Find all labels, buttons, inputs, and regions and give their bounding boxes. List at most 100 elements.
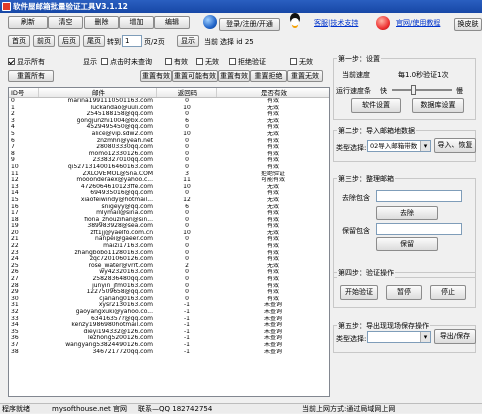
refresh-button[interactable]: 刷新 — [8, 16, 48, 29]
goto-page-input[interactable]: 1 — [122, 35, 142, 47]
table-row[interactable]: 11 ZXLOVEMOL@Sna.COM 3 拒绝验证 — [9, 171, 329, 178]
table-row[interactable]: 10 qi52713140016460163.com 0 有效 — [9, 164, 329, 171]
cell-code: 0 — [185, 276, 189, 283]
table-row[interactable]: 1 luckandao@uuli.com 10 无效 — [9, 105, 329, 112]
reset-all-button[interactable]: 重置所有 — [8, 70, 54, 82]
cell-email: dieyi194332@126.com — [83, 328, 153, 335]
speed-slider-thumb[interactable] — [411, 85, 416, 95]
export-button[interactable]: 导出/保存 — [434, 329, 476, 344]
table-row[interactable]: 29 1227509658@qq.com 0 有效 — [9, 289, 329, 296]
edit-button[interactable]: 编辑 — [154, 16, 190, 29]
status-bar: 程序就绪 mysofthouse.net 官网 联系—QQ 182742754 … — [0, 403, 482, 413]
cell-id: 38 — [11, 348, 19, 355]
delete-button[interactable]: 删除 — [84, 16, 119, 29]
export-type-select[interactable] — [367, 331, 431, 343]
remove-button[interactable]: 去除 — [376, 206, 438, 220]
pause-button[interactable]: 暂停 — [386, 285, 422, 300]
table-row[interactable]: 2 2545188158@qq.com 0 有效 — [9, 111, 329, 118]
cell-code: -1 — [184, 328, 190, 335]
table-row[interactable]: 23 zhangbobo11280163.com 0 有效 — [9, 250, 329, 257]
reset-maybe-valid-button[interactable]: 重置可能有效 — [172, 70, 218, 82]
cell-email: ZXLOVEMOL@Sna.COM — [82, 170, 153, 177]
header-code[interactable]: 返回码 — [157, 88, 217, 97]
cell-code: 0 — [185, 144, 189, 151]
official-link[interactable]: 官网/使用教程 — [396, 18, 440, 28]
table-row[interactable]: 17 mlymail@sina.com 0 有效 — [9, 210, 329, 217]
email-table[interactable]: ID号 邮件 返回码 是否有效 0 marina1991110501163.com… — [8, 87, 330, 397]
clear-button[interactable]: 清空 — [48, 16, 83, 29]
table-row[interactable]: 4 4529495450@qq.com 0 有效 — [9, 124, 329, 131]
table-row[interactable]: 8 momo12330126.com 0 有效 — [9, 151, 329, 158]
speed-slider-track[interactable] — [392, 89, 452, 91]
show-button[interactable]: 显示 — [177, 35, 199, 47]
refused-checkbox[interactable] — [229, 58, 236, 65]
table-row[interactable]: 0 marina1991110501163.com 0 有效 — [9, 98, 329, 105]
first-page-button[interactable]: 首页 — [8, 35, 30, 47]
cell-email: marina1991110501163.com — [67, 98, 153, 104]
table-row[interactable]: 27 2582836480qq.com 0 有效 — [9, 276, 329, 283]
login-button[interactable]: 登录/注册/开通 — [219, 18, 280, 31]
table-row[interactable]: 16 snigeyy@qq.com 6 无效 — [9, 204, 329, 211]
table-row[interactable]: 24 zqc7201060126.com 0 有效 — [9, 256, 329, 263]
none-checkbox[interactable] — [290, 58, 297, 65]
table-row[interactable]: 18 fiona_zhouzihan@sin... 0 有效 — [9, 217, 329, 224]
table-row[interactable]: 34 kenzy1986980hotmail.com -1 未查询 — [9, 322, 329, 329]
show-all-checkbox[interactable] — [8, 58, 15, 65]
import-button[interactable]: 导入、恢复 — [434, 138, 476, 153]
table-row[interactable]: 31 xysr2130163.com -1 未查询 — [9, 302, 329, 309]
reset-invalid-button[interactable]: 重置无效 — [287, 70, 323, 82]
table-row[interactable]: 38 3467217720qq.com -1 未查询 — [9, 349, 329, 356]
header-valid[interactable]: 是否有效 — [217, 88, 329, 97]
reset-valid-button-2[interactable]: 重置有效 — [218, 70, 250, 82]
table-row[interactable]: 15 xiaofeiwindy@hotmail... 12 无效 — [9, 197, 329, 204]
support-link[interactable]: 客服|技术支持 — [314, 18, 358, 28]
software-settings-button[interactable]: 软件设置 — [351, 98, 401, 113]
skin-button[interactable]: 换皮肤 — [454, 18, 482, 31]
cell-code: 0 — [185, 256, 189, 263]
table-row[interactable]: 12 mooonderaex@yahoo.c... 11 可能有效 — [9, 177, 329, 184]
table-row[interactable]: 7 280803330qq.com 0 有效 — [9, 144, 329, 151]
table-row[interactable]: 33 63416357?@qq.com -1 未查询 — [9, 316, 329, 323]
keep-contains-input[interactable] — [376, 223, 462, 235]
keep-button[interactable]: 保留 — [376, 237, 438, 251]
start-verify-button[interactable]: 开始验证 — [340, 285, 378, 300]
remove-contains-input[interactable] — [376, 190, 462, 202]
table-row[interactable]: 6 znzmhn@yeah.net 0 有效 — [9, 138, 329, 145]
reset-refused-button[interactable]: 重置拒绝 — [250, 70, 287, 82]
prev-page-button[interactable]: 前页 — [33, 35, 55, 47]
cell-email: 2545188158@qq.com — [86, 111, 153, 118]
last-page-button[interactable]: 尾页 — [83, 35, 105, 47]
valid-checkbox[interactable] — [165, 58, 172, 65]
step1-title: 第一步：设置 — [337, 54, 381, 64]
import-type-select[interactable]: 02导入邮箱带数 — [367, 140, 431, 152]
table-row[interactable]: 9 2338327010qq.com 0 有效 — [9, 157, 329, 164]
stop-button[interactable]: 停止 — [430, 285, 466, 300]
table-row[interactable]: 37 wangyang53824490126.com -1 未查询 — [9, 342, 329, 349]
table-row[interactable]: 30 cjanang0163.com 0 有效 — [9, 296, 329, 303]
invalid-checkbox[interactable] — [196, 58, 203, 65]
table-row[interactable]: 19 389983928@sea.com 0 有效 — [9, 223, 329, 230]
table-row[interactable]: 32 gaoyangxuki@yahoo.co... -1 未查询 — [9, 309, 329, 316]
table-row[interactable]: 28 junyin_jfm0163.com 0 有效 — [9, 283, 329, 290]
click-query-checkbox[interactable] — [101, 58, 108, 65]
reset-valid-button[interactable]: 重置有效 — [140, 70, 172, 82]
table-row[interactable]: 22 maizi17163.com 0 有效 — [9, 243, 329, 250]
next-page-button[interactable]: 后页 — [58, 35, 80, 47]
header-id[interactable]: ID号 — [9, 88, 39, 97]
table-row[interactable]: 20 zft1jj@yaelfo.com.cn 10 无效 — [9, 230, 329, 237]
header-email[interactable]: 邮件 — [39, 88, 157, 97]
table-row[interactable]: 36 lezhong5200126.com -1 未查询 — [9, 335, 329, 342]
db-settings-button[interactable]: 数据库设置 — [412, 98, 464, 113]
table-row[interactable]: 35 dieyi194332@126.com -1 未查询 — [9, 329, 329, 336]
table-row[interactable]: 26 wy42320163.com 0 有效 — [9, 269, 329, 276]
add-button[interactable]: 增加 — [119, 16, 154, 29]
cell-id: 31 — [11, 302, 19, 309]
table-row[interactable]: 3 gongjunzhi1004@bx.com 6 无效 — [9, 118, 329, 125]
table-row[interactable]: 13 4726064610123ffe.com 10 无效 — [9, 184, 329, 191]
cell-email: xysr2130163.com — [98, 302, 153, 309]
table-row[interactable]: 21 nanpei@gaeer.com 0 有效 — [9, 236, 329, 243]
table-row[interactable]: 5 alice@vip.sdw2.com 10 无效 — [9, 131, 329, 138]
cell-code: -1 — [184, 322, 190, 329]
table-row[interactable]: 25 rose_water@vrrt.com 2 无效 — [9, 263, 329, 270]
table-row[interactable]: 14 694935016@qq.com 0 有效 — [9, 190, 329, 197]
